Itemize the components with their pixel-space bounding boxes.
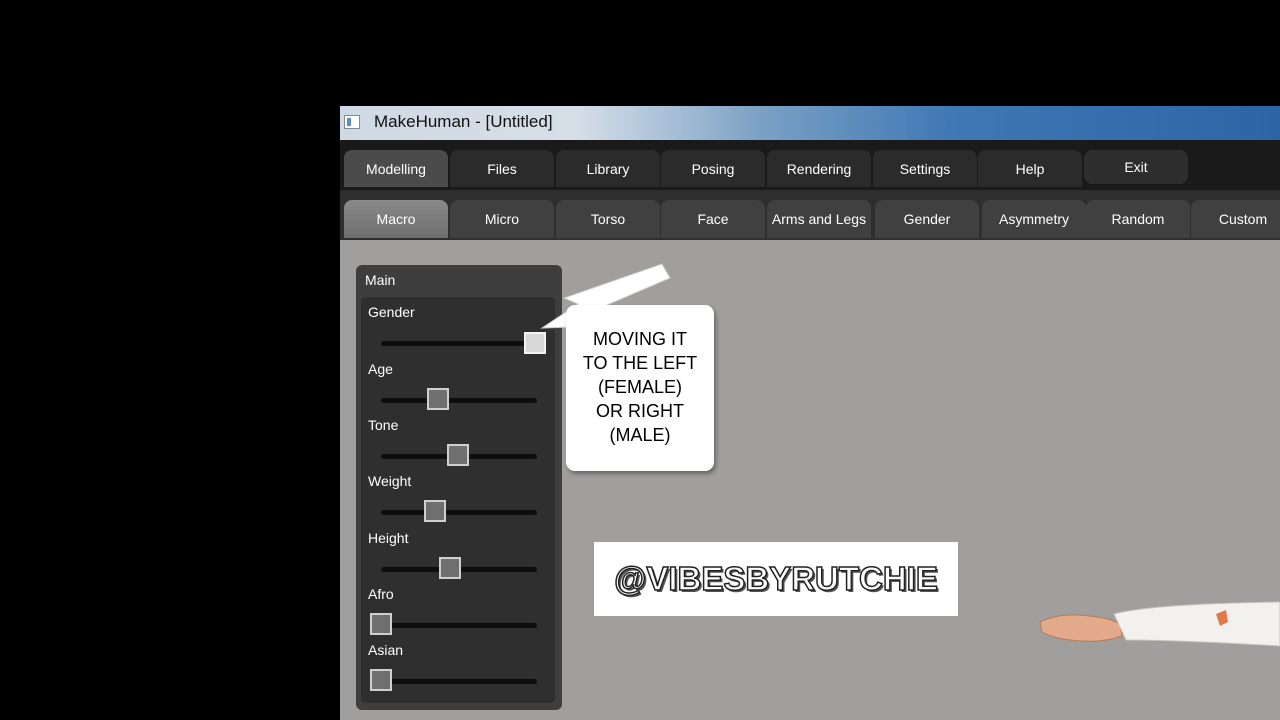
tab-posing[interactable]: Posing (661, 150, 765, 187)
tab-rendering[interactable]: Rendering (767, 150, 871, 187)
tab-random[interactable]: Random (1086, 200, 1190, 238)
window-title: MakeHuman - [Untitled] (374, 112, 553, 131)
tab-files[interactable]: Files (450, 150, 554, 187)
afro-label: Afro (368, 586, 394, 602)
callout-line: (MALE) (609, 425, 671, 445)
callout-line: TO THE LEFT (582, 353, 698, 373)
height-label: Height (368, 530, 409, 546)
annotation-callout: MOVING IT TO THE LEFT (FEMALE) OR RIGHT … (566, 305, 714, 471)
exit-button[interactable]: Exit (1084, 150, 1188, 184)
tab-face[interactable]: Face (661, 200, 765, 238)
tone-slider-thumb[interactable] (447, 444, 469, 466)
watermark-overlay: @VIBESBYRUTCHIE (594, 542, 958, 616)
asian-slider-track[interactable] (381, 679, 537, 684)
callout-line: OR RIGHT (596, 401, 684, 421)
main-panel: Main Gender Age Tone Weight Height Afro … (356, 265, 562, 710)
tab-library[interactable]: Library (556, 150, 660, 187)
asian-slider-thumb[interactable] (370, 669, 392, 691)
tab-modelling[interactable]: Modelling (344, 150, 448, 187)
weight-slider-thumb[interactable] (423, 500, 446, 522)
tab-arms-and-legs[interactable]: Arms and Legs (767, 200, 871, 238)
watermark-text: @VIBESBYRUTCHIE (613, 559, 938, 598)
app-window: MakeHuman - [Untitled] Modelling Files L… (340, 106, 1280, 720)
human-model-hand (1039, 601, 1280, 647)
title-bar[interactable]: MakeHuman - [Untitled] (340, 106, 1280, 140)
main-tab-bar: Modelling Files Library Posing Rendering… (340, 140, 1280, 190)
gender-slider-track[interactable] (381, 341, 537, 346)
tab-asymmetry[interactable]: Asymmetry (982, 200, 1086, 238)
height-slider-thumb[interactable] (439, 557, 462, 579)
tab-macro[interactable]: Macro (344, 200, 448, 238)
asian-label: Asian (368, 642, 404, 658)
tab-custom[interactable]: Custom (1191, 200, 1280, 238)
slider-group: Gender Age Tone Weight Height Afro Asian (361, 297, 555, 703)
afro-slider-track[interactable] (381, 623, 537, 628)
afro-slider-thumb[interactable] (370, 613, 392, 635)
tone-label: Tone (368, 417, 399, 433)
tab-micro[interactable]: Micro (450, 200, 554, 238)
age-slider-thumb[interactable] (426, 388, 449, 410)
tab-torso[interactable]: Torso (556, 200, 660, 238)
app-icon (344, 115, 360, 129)
weight-label: Weight (368, 473, 412, 489)
age-slider-track[interactable] (381, 398, 537, 403)
age-label: Age (368, 361, 393, 377)
callout-line: (FEMALE) (597, 377, 682, 397)
gender-label: Gender (368, 304, 415, 320)
tab-settings[interactable]: Settings (873, 150, 977, 187)
tab-gender[interactable]: Gender (875, 200, 979, 238)
panel-title: Main (365, 272, 396, 288)
sub-tab-bar: Macro Micro Torso Face Arms and Legs Gen… (340, 190, 1280, 240)
callout-line: MOVING IT (593, 329, 687, 349)
gender-slider-thumb[interactable] (524, 332, 546, 354)
weight-slider-track[interactable] (381, 510, 537, 515)
tab-help[interactable]: Help (978, 150, 1082, 187)
